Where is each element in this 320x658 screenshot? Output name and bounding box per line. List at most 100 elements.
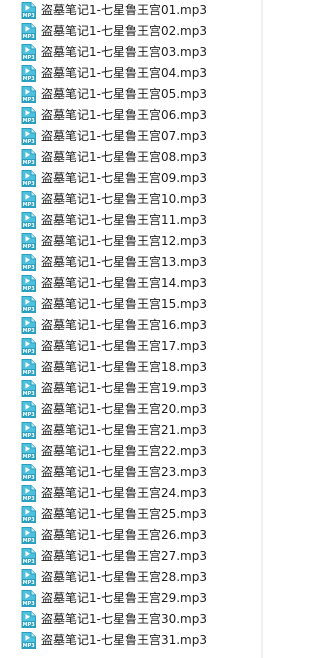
file-row[interactable]: MP3 盗墓笔记1-七星鲁王宫16.mp3 xyxy=(0,315,263,336)
file-name: 盗墓笔记1-七星鲁王宫09.mp3 xyxy=(41,171,207,185)
mp3-file-icon: MP3 xyxy=(21,107,36,124)
file-name: 盗墓笔记1-七星鲁王宫19.mp3 xyxy=(41,381,207,395)
svg-text:MP3: MP3 xyxy=(23,601,36,607)
mp3-file-icon: MP3 xyxy=(21,506,36,523)
mp3-file-icon: MP3 xyxy=(21,359,36,376)
file-name: 盗墓笔记1-七星鲁王宫13.mp3 xyxy=(41,255,207,269)
mp3-file-icon: MP3 xyxy=(21,380,36,397)
svg-text:MP3: MP3 xyxy=(23,13,36,19)
file-name: 盗墓笔记1-七星鲁王宫30.mp3 xyxy=(41,612,207,626)
svg-text:MP3: MP3 xyxy=(23,580,36,586)
mp3-file-icon: MP3 xyxy=(21,527,36,544)
mp3-file-icon: MP3 xyxy=(21,275,36,292)
pane-edge xyxy=(261,0,263,658)
svg-text:MP3: MP3 xyxy=(23,391,36,397)
file-name: 盗墓笔记1-七星鲁王宫18.mp3 xyxy=(41,360,207,374)
mp3-file-icon: MP3 xyxy=(21,611,36,628)
mp3-file-icon: MP3 xyxy=(21,212,36,229)
file-name: 盗墓笔记1-七星鲁王宫20.mp3 xyxy=(41,402,207,416)
svg-text:MP3: MP3 xyxy=(23,265,36,271)
svg-text:MP3: MP3 xyxy=(23,223,36,229)
svg-text:MP3: MP3 xyxy=(23,559,36,565)
svg-text:MP3: MP3 xyxy=(23,349,36,355)
file-row[interactable]: MP3 盗墓笔记1-七星鲁王宫01.mp3 xyxy=(0,0,263,21)
svg-text:MP3: MP3 xyxy=(23,370,36,376)
file-list: MP3 盗墓笔记1-七星鲁王宫01.mp3 MP3 盗墓笔记1-七星鲁王宫02.mp3… xyxy=(0,0,263,658)
file-name: 盗墓笔记1-七星鲁王宫24.mp3 xyxy=(41,486,207,500)
mp3-file-icon: MP3 xyxy=(21,23,36,40)
file-name: 盗墓笔记1-七星鲁王宫08.mp3 xyxy=(41,150,207,164)
svg-text:MP3: MP3 xyxy=(23,244,36,250)
file-name: 盗墓笔记1-七星鲁王宫27.mp3 xyxy=(41,549,207,563)
file-row[interactable]: MP3 盗墓笔记1-七星鲁王宫13.mp3 xyxy=(0,252,263,273)
mp3-file-icon: MP3 xyxy=(21,149,36,166)
file-row[interactable]: MP3 盗墓笔记1-七星鲁王宫25.mp3 xyxy=(0,504,263,525)
file-row[interactable]: MP3 盗墓笔记1-七星鲁王宫18.mp3 xyxy=(0,357,263,378)
file-row[interactable]: MP3 盗墓笔记1-七星鲁王宫23.mp3 xyxy=(0,462,263,483)
svg-text:MP3: MP3 xyxy=(23,475,36,481)
mp3-file-icon: MP3 xyxy=(21,464,36,481)
file-row[interactable]: MP3 盗墓笔记1-七星鲁王宫07.mp3 xyxy=(0,126,263,147)
file-row[interactable]: MP3 盗墓笔记1-七星鲁王宫28.mp3 xyxy=(0,567,263,588)
file-row[interactable]: MP3 盗墓笔记1-七星鲁王宫21.mp3 xyxy=(0,420,263,441)
mp3-file-icon: MP3 xyxy=(21,254,36,271)
mp3-file-icon: MP3 xyxy=(21,569,36,586)
file-name: 盗墓笔记1-七星鲁王宫03.mp3 xyxy=(41,45,207,59)
file-name: 盗墓笔记1-七星鲁王宫23.mp3 xyxy=(41,465,207,479)
mp3-file-icon: MP3 xyxy=(21,317,36,334)
file-row[interactable]: MP3 盗墓笔记1-七星鲁王宫26.mp3 xyxy=(0,525,263,546)
file-name: 盗墓笔记1-七星鲁王宫14.mp3 xyxy=(41,276,207,290)
svg-text:MP3: MP3 xyxy=(23,307,36,313)
file-name: 盗墓笔记1-七星鲁王宫29.mp3 xyxy=(41,591,207,605)
file-row[interactable]: MP3 盗墓笔记1-七星鲁王宫22.mp3 xyxy=(0,441,263,462)
file-row[interactable]: MP3 盗墓笔记1-七星鲁王宫09.mp3 xyxy=(0,168,263,189)
file-row[interactable]: MP3 盗墓笔记1-七星鲁王宫02.mp3 xyxy=(0,21,263,42)
file-name: 盗墓笔记1-七星鲁王宫10.mp3 xyxy=(41,192,207,206)
svg-text:MP3: MP3 xyxy=(23,118,36,124)
file-row[interactable]: MP3 盗墓笔记1-七星鲁王宫19.mp3 xyxy=(0,378,263,399)
file-row[interactable]: MP3 盗墓笔记1-七星鲁王宫15.mp3 xyxy=(0,294,263,315)
file-name: 盗墓笔记1-七星鲁王宫11.mp3 xyxy=(41,213,207,227)
file-name: 盗墓笔记1-七星鲁王宫17.mp3 xyxy=(41,339,207,353)
file-row[interactable]: MP3 盗墓笔记1-七星鲁王宫08.mp3 xyxy=(0,147,263,168)
file-name: 盗墓笔记1-七星鲁王宫02.mp3 xyxy=(41,24,207,38)
file-row[interactable]: MP3 盗墓笔记1-七星鲁王宫03.mp3 xyxy=(0,42,263,63)
mp3-file-icon: MP3 xyxy=(21,44,36,61)
svg-text:MP3: MP3 xyxy=(23,34,36,40)
svg-text:MP3: MP3 xyxy=(23,139,36,145)
file-row[interactable]: MP3 盗墓笔记1-七星鲁王宫30.mp3 xyxy=(0,609,263,630)
mp3-file-icon: MP3 xyxy=(21,86,36,103)
file-row[interactable]: MP3 盗墓笔记1-七星鲁王宫04.mp3 xyxy=(0,63,263,84)
svg-text:MP3: MP3 xyxy=(23,622,36,628)
svg-text:MP3: MP3 xyxy=(23,643,36,649)
file-row[interactable]: MP3 盗墓笔记1-七星鲁王宫05.mp3 xyxy=(0,84,263,105)
svg-text:MP3: MP3 xyxy=(23,412,36,418)
file-name: 盗墓笔记1-七星鲁王宫07.mp3 xyxy=(41,129,207,143)
mp3-file-icon: MP3 xyxy=(21,2,36,19)
file-row[interactable]: MP3 盗墓笔记1-七星鲁王宫24.mp3 xyxy=(0,483,263,504)
file-name: 盗墓笔记1-七星鲁王宫25.mp3 xyxy=(41,507,207,521)
file-name: 盗墓笔记1-七星鲁王宫05.mp3 xyxy=(41,87,207,101)
file-row[interactable]: MP3 盗墓笔记1-七星鲁王宫12.mp3 xyxy=(0,231,263,252)
file-name: 盗墓笔记1-七星鲁王宫01.mp3 xyxy=(41,3,207,17)
file-row[interactable]: MP3 盗墓笔记1-七星鲁王宫10.mp3 xyxy=(0,189,263,210)
svg-text:MP3: MP3 xyxy=(23,55,36,61)
file-row[interactable]: MP3 盗墓笔记1-七星鲁王宫06.mp3 xyxy=(0,105,263,126)
mp3-file-icon: MP3 xyxy=(21,590,36,607)
file-row[interactable]: MP3 盗墓笔记1-七星鲁王宫31.mp3 xyxy=(0,630,263,651)
svg-text:MP3: MP3 xyxy=(23,286,36,292)
mp3-file-icon: MP3 xyxy=(21,443,36,460)
mp3-file-icon: MP3 xyxy=(21,548,36,565)
file-row[interactable]: MP3 盗墓笔记1-七星鲁王宫11.mp3 xyxy=(0,210,263,231)
svg-text:MP3: MP3 xyxy=(23,538,36,544)
file-row[interactable]: MP3 盗墓笔记1-七星鲁王宫17.mp3 xyxy=(0,336,263,357)
svg-text:MP3: MP3 xyxy=(23,496,36,502)
file-row[interactable]: MP3 盗墓笔记1-七星鲁王宫29.mp3 xyxy=(0,588,263,609)
file-row[interactable]: MP3 盗墓笔记1-七星鲁王宫14.mp3 xyxy=(0,273,263,294)
file-row[interactable]: MP3 盗墓笔记1-七星鲁王宫20.mp3 xyxy=(0,399,263,420)
file-row[interactable]: MP3 盗墓笔记1-七星鲁王宫27.mp3 xyxy=(0,546,263,567)
svg-text:MP3: MP3 xyxy=(23,517,36,523)
svg-text:MP3: MP3 xyxy=(23,202,36,208)
file-name: 盗墓笔记1-七星鲁王宫16.mp3 xyxy=(41,318,207,332)
mp3-file-icon: MP3 xyxy=(21,65,36,82)
